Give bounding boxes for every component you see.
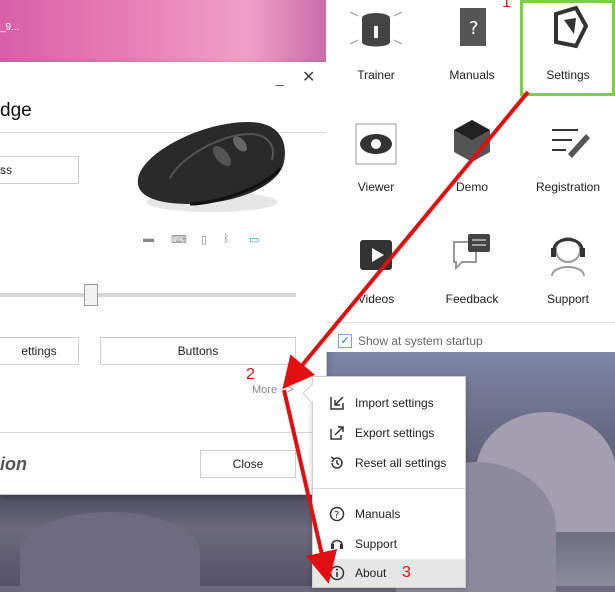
arrow-settings-to-more [282,90,530,390]
arrow-more-to-about [282,389,338,584]
step-number-3: 3 [402,564,411,581]
annotation-arrows [282,90,530,584]
step-number-1: 1 [502,0,511,11]
step-number-2: 2 [246,366,255,383]
